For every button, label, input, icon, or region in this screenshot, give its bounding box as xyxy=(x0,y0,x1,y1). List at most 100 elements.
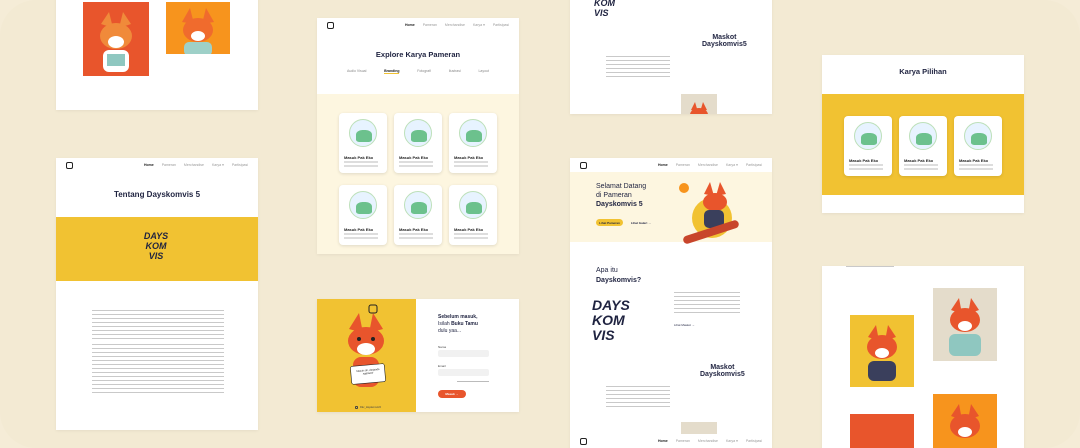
name-input[interactable] xyxy=(438,350,489,357)
karya-thumbnail xyxy=(854,122,882,150)
karya-thumbnail xyxy=(404,119,432,147)
hero-line-2: di Pameran xyxy=(596,192,632,199)
karya-meta xyxy=(454,233,488,235)
karya-card[interactable]: Masuk Pak Eko xyxy=(339,113,387,173)
home-page-card: Home Pameran Merchandise Karya ▾ Partisi… xyxy=(570,158,772,448)
nav-item-merchandise[interactable]: Merchandise xyxy=(445,23,465,27)
mascot-image-red xyxy=(850,414,914,448)
nav-item-pameran[interactable]: Pameran xyxy=(676,439,690,443)
karya-title: Masuk Pak Eko xyxy=(904,158,934,163)
karya-thumbnail xyxy=(964,122,992,150)
gallery-grid: Masuk Pak Eko Masuk Pak Eko Masuk Pak Ek… xyxy=(317,94,519,254)
logo-icon[interactable] xyxy=(580,437,587,445)
maskot-paragraph xyxy=(606,56,670,80)
nav-item-merchandise[interactable]: Merchandise xyxy=(698,163,718,167)
mascot-gallery-card xyxy=(822,266,1024,448)
nav-item-karya[interactable]: Karya ▾ xyxy=(212,163,224,167)
submit-button[interactable]: Masuk → xyxy=(438,390,466,398)
karya-card[interactable]: Masuk Pak Eko xyxy=(394,113,442,173)
karya-title: Masuk Pak Eko xyxy=(344,155,374,160)
nav-item-partisipasi[interactable]: Partisipasi xyxy=(232,163,248,167)
nav-item-pameran[interactable]: Pameran xyxy=(423,23,437,27)
nav-item-karya[interactable]: Karya ▾ xyxy=(726,439,738,443)
instagram-icon xyxy=(355,406,358,409)
karya-meta xyxy=(904,164,938,166)
maskot-name: Dayskomvis5 xyxy=(700,371,745,378)
karya-meta xyxy=(959,164,993,166)
maskot-label: Maskot xyxy=(710,364,735,371)
tab-branding[interactable]: Branding xyxy=(384,69,400,74)
maskot-name: Dayskomvis5 xyxy=(702,41,747,48)
lihat-pameran-button[interactable]: Lihat Pameran xyxy=(596,219,623,226)
nav-item-karya[interactable]: Karya ▾ xyxy=(726,163,738,167)
karya-card[interactable]: Masuk Pak Eko xyxy=(339,185,387,245)
maskot-image xyxy=(681,94,717,114)
tab-layout[interactable]: Layout xyxy=(478,69,489,74)
explore-page-card: Home Pameran Merchandise Karya ▾ Partisi… xyxy=(317,18,519,254)
gallery-caption xyxy=(846,266,894,269)
mascot-card-top-left xyxy=(56,0,258,110)
karya-meta xyxy=(849,164,883,166)
maskot-card-top: DAYS KOM VIS Maskot Dayskomvis5 xyxy=(570,0,772,114)
tab-ilustrasi[interactable]: Ilustrasi xyxy=(449,69,461,74)
karya-card[interactable]: Masuk Pak Eko xyxy=(449,185,497,245)
nav-bar: Home Pameran Merchandise Karya ▾ Partisi… xyxy=(56,158,258,172)
nav-item-partisipasi[interactable]: Partisipasi xyxy=(746,439,762,443)
karya-meta xyxy=(399,233,433,235)
nav-item-home[interactable]: Home xyxy=(144,163,154,167)
karya-thumbnail xyxy=(459,191,487,219)
karya-thumbnail xyxy=(459,119,487,147)
nav-item-home[interactable]: Home xyxy=(658,163,668,167)
logo-icon[interactable] xyxy=(327,21,334,29)
apa-line-1: Apa itu xyxy=(596,267,618,274)
karya-card[interactable]: Masuk Pak Eko xyxy=(394,185,442,245)
karya-thumbnail xyxy=(909,122,937,150)
karya-card[interactable]: Masuk Pak Eko xyxy=(844,116,892,176)
karya-meta xyxy=(344,233,378,235)
hero-heading: Selamat Datang di Pameran Dayskomvis 5 xyxy=(596,182,646,209)
nav-item-home[interactable]: Home xyxy=(405,23,415,27)
logo-icon[interactable] xyxy=(66,161,73,169)
karya-title: Masuk Pak Eko xyxy=(454,155,484,160)
lihat-galeri-label: Lihat Galeri xyxy=(630,220,648,225)
email-input[interactable] xyxy=(438,369,489,376)
section-title: Karya Pilihan xyxy=(899,67,947,76)
nav-item-karya[interactable]: Karya ▾ xyxy=(473,23,485,27)
nav-item-home[interactable]: Home xyxy=(658,439,668,443)
maskot-image xyxy=(681,422,717,434)
login-heading-prefix: Isilah xyxy=(438,321,452,327)
about-page-card: Home Pameran Merchandise Karya ▾ Partisi… xyxy=(56,158,258,430)
karya-card[interactable]: Masuk Pak Eko xyxy=(449,113,497,173)
nav-item-merchandise[interactable]: Merchandise xyxy=(184,163,204,167)
login-heading-line-3: dulu yaa... xyxy=(438,328,462,334)
karya-card[interactable]: Masuk Pak Eko xyxy=(954,116,1002,176)
mascot-image-orange xyxy=(933,394,997,448)
brand-logo: DAYS KOM VIS xyxy=(143,231,169,261)
nav-item-partisipasi[interactable]: Partisipasi xyxy=(746,163,762,167)
pilihan-band: Masuk Pak Eko Masuk Pak Eko Masuk Pak Ek… xyxy=(822,94,1024,195)
tab-audio-visual[interactable]: Audio Visual xyxy=(347,69,366,74)
name-label: Nama xyxy=(438,345,447,349)
maskot-label: Maskot xyxy=(712,34,737,41)
nav-item-pameran[interactable]: Pameran xyxy=(162,163,176,167)
mascot-image-yellow xyxy=(166,2,230,56)
lihat-galeri-link[interactable]: Lihat Galeri → xyxy=(627,219,655,226)
logo-icon[interactable] xyxy=(580,161,587,169)
nav-item-partisipasi[interactable]: Partisipasi xyxy=(493,23,509,27)
hero-line-1: Selamat Datang xyxy=(596,183,647,190)
skateboard-fox-icon xyxy=(679,182,739,244)
karya-title: Masuk Pak Eko xyxy=(399,155,429,160)
tab-fotografi[interactable]: Fotografi xyxy=(417,69,431,74)
karya-thumbnail xyxy=(349,119,377,147)
category-tabs: Audio Visual Branding Fotografi Ilustras… xyxy=(347,69,489,74)
apa-line-bold: Dayskomvis? xyxy=(596,277,642,284)
nav-item-pameran[interactable]: Pameran xyxy=(676,163,690,167)
lihat-maskot-link[interactable]: Lihat Maskot → xyxy=(674,323,695,327)
login-heading: Sebelum masuk, Isilah Buku Tamu dulu yaa… xyxy=(438,314,478,335)
karya-title: Masuk Pak Eko xyxy=(399,227,429,232)
instagram-link[interactable]: Dkv_dayskomvis5 xyxy=(360,406,381,409)
nav-bar: Home Pameran Merchandise Karya ▾ Partisi… xyxy=(317,18,519,32)
karya-card[interactable]: Masuk Pak Eko xyxy=(899,116,947,176)
nav-item-merchandise[interactable]: Merchandise xyxy=(698,439,718,443)
maskot-heading: Maskot Dayskomvis5 xyxy=(702,34,747,48)
